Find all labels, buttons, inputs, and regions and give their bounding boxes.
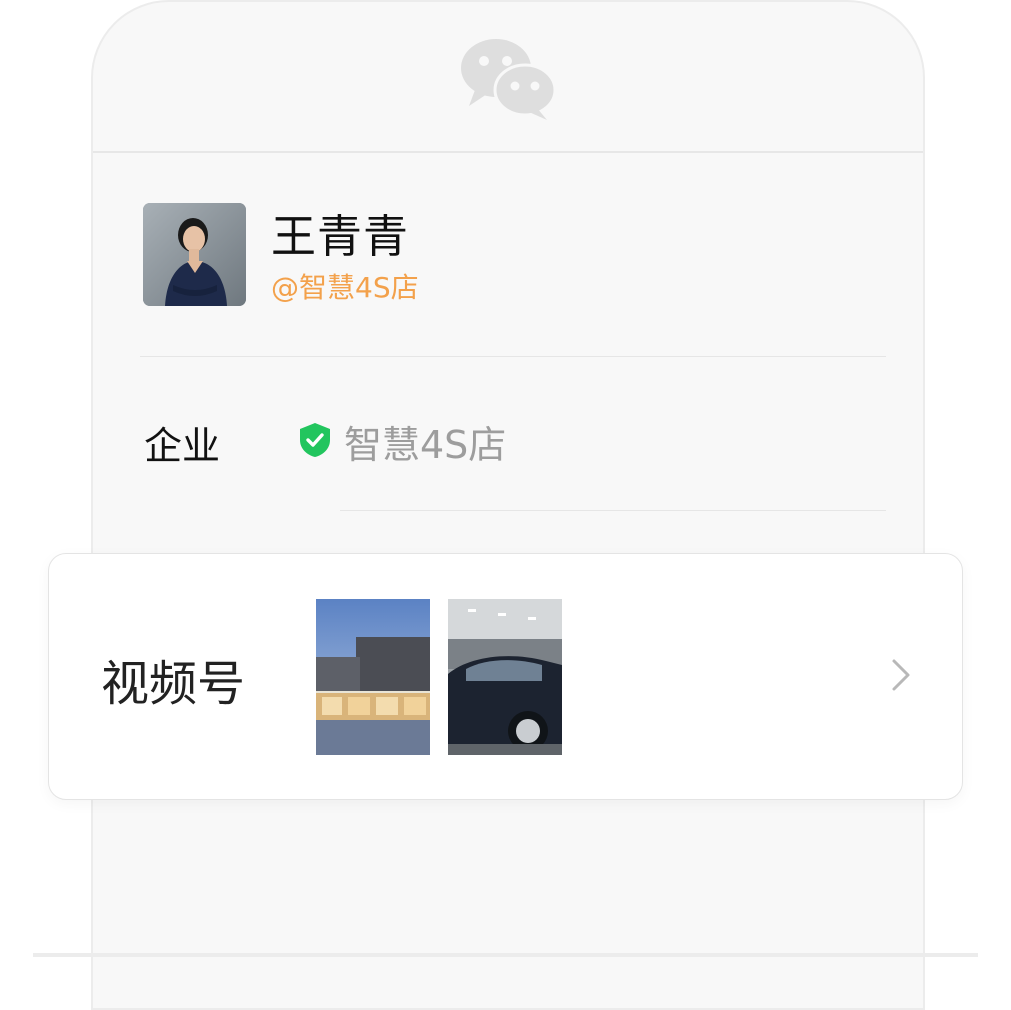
channel-thumbnail-car[interactable]	[448, 599, 562, 755]
corp-tag: @智慧4S店	[271, 271, 419, 304]
bottom-divider	[33, 953, 978, 957]
enterprise-label: 企业	[144, 424, 221, 468]
divider	[140, 356, 886, 357]
profile-name: 王青青	[271, 210, 410, 263]
chevron-right-icon[interactable]	[891, 658, 911, 692]
phone-frame: 王青青 @智慧4S店 企业 智慧4S店	[91, 0, 925, 1010]
wechat-logo-icon	[461, 39, 557, 120]
shield-check-icon	[300, 423, 330, 457]
phone-header	[93, 2, 923, 153]
avatar[interactable]	[143, 203, 246, 306]
divider	[340, 510, 886, 511]
channels-card[interactable]: 视频号	[48, 553, 963, 800]
channel-thumbnail-building[interactable]	[316, 599, 430, 755]
enterprise-name[interactable]: 智慧4S店	[344, 414, 506, 469]
channels-label: 视频号	[101, 656, 246, 712]
